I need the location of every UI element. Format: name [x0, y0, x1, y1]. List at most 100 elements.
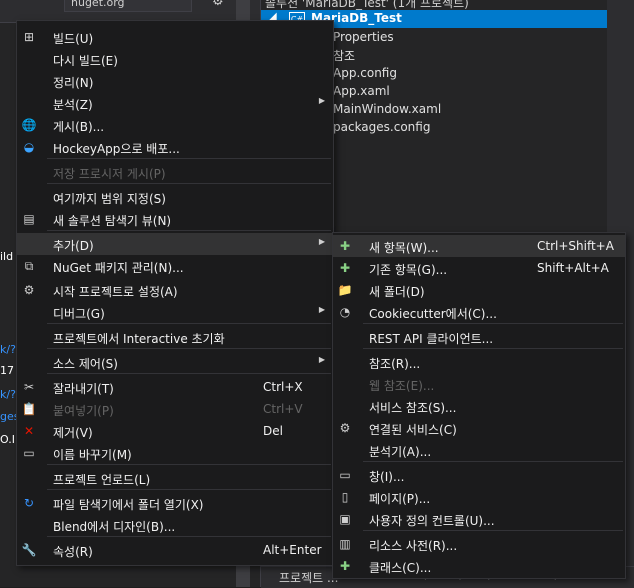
solution-explorer-icon: ▤: [23, 212, 35, 226]
menu-item-label: 서비스 참조(S)...: [369, 401, 457, 415]
menu-item-shortcut: Del: [263, 424, 283, 438]
menu-item-label: 참조(R)...: [369, 357, 421, 371]
menu-item-label: 분석기(A)...: [369, 445, 432, 459]
package-source-field[interactable]: nuget.org: [64, 0, 192, 12]
project-tab[interactable]: 프로젝트 ...: [279, 569, 338, 586]
existing-item-icon: ✚: [339, 261, 351, 275]
menu-item-label: 사용자 정의 컨트롤(U)...: [369, 514, 495, 528]
tree-item[interactable]: MainWindow.xaml: [333, 102, 441, 116]
menu-item-startup[interactable]: ⚙ 시작 프로젝트로 설정(A): [17, 279, 333, 301]
menu-separator: [47, 323, 331, 324]
menu-item-connected-service[interactable]: ⚙ 연결된 서비스(C): [333, 417, 625, 439]
menu-item-properties[interactable]: 🔧 속성(R) Alt+Enter: [17, 539, 333, 561]
menu-item-rest-api[interactable]: REST API 클라이언트...: [333, 326, 625, 348]
menu-item-analyzer[interactable]: 분석기(A)...: [333, 439, 625, 461]
build-icon: ⊞: [23, 30, 35, 44]
menu-separator: [363, 323, 623, 324]
menu-item-cut[interactable]: ✂ 잘라내기(T) Ctrl+X: [17, 376, 333, 398]
rename-icon: ▭: [23, 446, 35, 460]
menu-item-label: 새 항목(W)...: [369, 241, 439, 255]
menu-item-label: 붙여넣기(P): [53, 404, 114, 418]
menu-item-label: 잘라내기(T): [53, 382, 114, 396]
menu-item-label: 새 솔루션 탐색기 뷰(N): [53, 214, 172, 228]
publish-globe-icon: 🌐: [21, 118, 37, 132]
menu-separator: [47, 489, 331, 490]
nuget-icon: ⧉: [24, 259, 34, 273]
menu-separator: [363, 461, 623, 462]
menu-item-unload[interactable]: 프로젝트 언로드(L): [17, 467, 333, 489]
menu-item-label: HockeyApp으로 배포...: [53, 142, 180, 156]
menu-item-publish[interactable]: 🌐 게시(B)...: [17, 114, 333, 136]
menu-item-label: 디버그(G): [53, 307, 105, 321]
menu-item-debug[interactable]: 디버그(G) ▶: [17, 301, 333, 323]
menu-item-existing-item[interactable]: ✚ 기존 항목(G)... Shift+Alt+A: [333, 257, 625, 279]
menu-item-label: 새 폴더(D): [369, 285, 425, 299]
paste-icon: 📋: [21, 402, 37, 416]
menu-item-label: 추가(D): [53, 239, 94, 253]
menu-item-new-folder[interactable]: 📁 새 폴더(D): [333, 279, 625, 301]
new-item-icon: ✚: [339, 239, 351, 253]
tree-item[interactable]: App.xaml: [333, 84, 390, 98]
menu-item-interactive[interactable]: 프로젝트에서 Interactive 초기화: [17, 326, 333, 348]
menu-item-rebuild[interactable]: 다시 빌드(E): [17, 48, 333, 70]
menu-item-web-reference[interactable]: 웹 참조(E)...: [333, 373, 625, 395]
menu-item-service-reference[interactable]: 서비스 참조(S)...: [333, 395, 625, 417]
menu-item-label: 빌드(U): [53, 32, 94, 46]
menu-item-label: 리소스 사전(R)...: [369, 539, 458, 553]
menu-item-label: 정리(N): [53, 76, 94, 90]
menu-item-blend[interactable]: Blend에서 디자인(B)...: [17, 514, 333, 536]
menu-item-label: Cookiecutter에서(C)...: [369, 307, 497, 321]
menu-item-clean[interactable]: 정리(N): [17, 70, 333, 92]
menu-item-user-control[interactable]: ▣ 사용자 정의 컨트롤(U)...: [333, 508, 625, 530]
menu-item-label: 이름 바꾸기(M): [53, 448, 132, 462]
menu-item-analyze[interactable]: 분석(Z) ▶: [17, 92, 333, 114]
menu-item-nuget[interactable]: ⧉ NuGet 패키지 관리(N)...: [17, 255, 333, 277]
refresh-arrow-icon: ↻: [23, 496, 35, 510]
scissors-icon: ✂: [23, 380, 35, 394]
hockeyapp-icon: ◒: [23, 140, 35, 154]
menu-item-label: 웹 참조(E)...: [369, 379, 435, 393]
menu-item-class[interactable]: ✚ 클래스(C)...: [333, 555, 625, 577]
menu-item-rename[interactable]: ▭ 이름 바꾸기(M): [17, 442, 333, 464]
menu-item-add[interactable]: 추가(D) ▶: [17, 233, 333, 255]
menu-separator: [47, 183, 331, 184]
menu-item-cookiecutter[interactable]: ◔ Cookiecutter에서(C)...: [333, 301, 625, 323]
submenu-arrow-icon: ▶: [318, 355, 325, 364]
menu-separator: [47, 348, 331, 349]
tree-item[interactable]: Properties: [333, 30, 394, 44]
menu-separator: [47, 373, 331, 374]
menu-item-shortcut: Alt+Enter: [263, 543, 322, 557]
menu-item-label: 여기까지 범위 지정(S): [53, 192, 166, 206]
menu-separator: [47, 464, 331, 465]
menu-item-stored-proc[interactable]: 저장 프로시저 게시(P): [17, 161, 333, 183]
menu-item-new-explorer[interactable]: ▤ 새 솔루션 탐색기 뷰(N): [17, 208, 333, 230]
menu-item-label: 게시(B)...: [53, 120, 105, 134]
menu-item-scope[interactable]: 여기까지 범위 지정(S): [17, 186, 333, 208]
menu-item-remove[interactable]: ✕ 제거(V) Del: [17, 420, 333, 442]
editor-text-fragment: k/?: [0, 388, 16, 401]
tree-item[interactable]: packages.config: [333, 120, 430, 134]
tree-item[interactable]: 참조: [333, 47, 355, 64]
menu-item-hockeyapp[interactable]: ◒ HockeyApp으로 배포...: [17, 136, 333, 158]
editor-text-fragment: 17: [0, 364, 14, 377]
menu-item-shortcut: Shift+Alt+A: [537, 261, 609, 275]
tree-item[interactable]: App.config: [333, 66, 397, 80]
menu-separator: [47, 230, 331, 231]
menu-item-page[interactable]: ▯ 페이지(P)...: [333, 486, 625, 508]
new-folder-icon: 📁: [337, 283, 353, 297]
menu-item-window[interactable]: ▭ 창(I)...: [333, 464, 625, 486]
submenu-arrow-icon: ▶: [318, 305, 325, 314]
menu-item-resource-dictionary[interactable]: ▥ 리소스 사전(R)...: [333, 533, 625, 555]
menu-item-source-control[interactable]: 소스 제어(S) ▶: [17, 351, 333, 373]
menu-item-build[interactable]: ⊞ 빌드(U): [17, 26, 333, 48]
submenu-arrow-icon: ▶: [318, 237, 325, 246]
menu-item-reference[interactable]: 참조(R)...: [333, 351, 625, 373]
menu-item-label: 클래스(C)...: [369, 561, 432, 575]
menu-item-shortcut: Ctrl+Shift+A: [537, 239, 614, 253]
menu-item-label: 기존 항목(G)...: [369, 263, 448, 277]
menu-item-paste[interactable]: 📋 붙여넣기(P) Ctrl+V: [17, 398, 333, 420]
resource-dictionary-icon: ▥: [339, 537, 351, 551]
settings-gear-icon[interactable]: ⚙: [212, 0, 224, 9]
menu-item-new-item[interactable]: ✚ 새 항목(W)... Ctrl+Shift+A: [333, 235, 625, 257]
menu-item-open-folder[interactable]: ↻ 파일 탐색기에서 폴더 열기(X): [17, 492, 333, 514]
